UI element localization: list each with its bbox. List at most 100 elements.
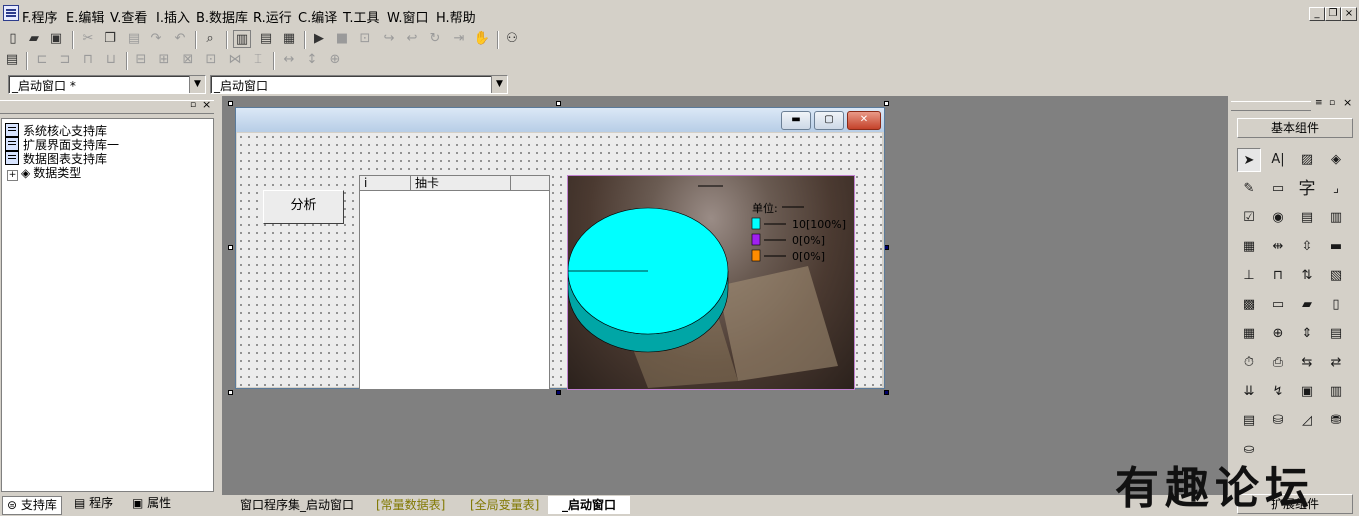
form-maximize-icon[interactable]: ▢ [814, 111, 844, 130]
binoculars-icon[interactable]: ⚇ [503, 30, 521, 48]
dir-box-icon[interactable]: ▰ [1295, 293, 1319, 317]
analyze-button[interactable]: 分析 [263, 190, 344, 224]
save-icon[interactable]: ▣ [47, 30, 65, 48]
paste-icon[interactable]: ▤ [125, 30, 143, 48]
layout-grid-icon[interactable]: ▦ [280, 30, 298, 48]
pie-chart[interactable]: 单位: 10[100%] 0[0%] 0[0%] [567, 175, 855, 390]
tab-control-icon[interactable]: ⊓ [1266, 264, 1290, 288]
restore-icon[interactable]: ❐ [1325, 7, 1341, 21]
adjuster-icon[interactable]: ⇕ [1295, 322, 1319, 346]
panel-menu-icon[interactable]: ≡ [1315, 98, 1323, 108]
same-width-icon[interactable]: ⊠ [179, 51, 197, 69]
menu-edit[interactable]: E.编辑 [66, 7, 104, 26]
tab-startup-window[interactable]: _启动窗口 [548, 496, 631, 514]
label-icon[interactable]: A| [1266, 148, 1290, 172]
step-into-icon[interactable]: ↩ [403, 30, 421, 48]
button-icon[interactable]: ▭ [1266, 177, 1290, 201]
column-header-draw[interactable]: 抽卡 [411, 176, 511, 191]
hyperlink-icon[interactable]: ⊕ [1266, 322, 1290, 346]
resize-handle[interactable] [228, 245, 233, 250]
toolbar-icon[interactable]: ▤ [1324, 322, 1348, 346]
panel-grip[interactable] [1231, 101, 1311, 111]
copy-icon[interactable]: ❐ [101, 30, 119, 48]
menu-program[interactable]: F.程序 [22, 7, 58, 26]
align-right-icon[interactable]: ⊐ [56, 51, 74, 69]
menu-help[interactable]: H.帮助 [436, 7, 476, 26]
grid-icon[interactable]: ▦ [1237, 235, 1261, 259]
form-title-bar[interactable]: ▬ ▢ ✕ [236, 108, 884, 132]
breakpoint-icon[interactable]: ⊡ [356, 30, 374, 48]
spin-icon[interactable]: ⇅ [1295, 264, 1319, 288]
shape-icon[interactable]: ◈ [1324, 148, 1348, 172]
resize-both-icon[interactable]: ⊕ [326, 51, 344, 69]
port-icon[interactable]: ↯ [1266, 380, 1290, 404]
combobox-icon[interactable]: ▥ [1324, 206, 1348, 230]
tab-global-variable-table[interactable]: [全局变量表] [456, 496, 553, 514]
menu-tools[interactable]: T.工具 [343, 7, 380, 26]
resize-handle[interactable] [556, 101, 561, 106]
timer-icon[interactable]: ⏱ [1237, 351, 1261, 375]
tab-constant-table[interactable]: [常量数据表] [362, 496, 459, 514]
column-header-i[interactable]: i [360, 176, 411, 191]
run-icon[interactable]: ▶ [310, 30, 328, 48]
layout-window-icon[interactable]: ▤ [257, 30, 275, 48]
step-out-icon[interactable]: ↻ [426, 30, 444, 48]
hand-icon[interactable]: ✋ [473, 30, 491, 48]
resize-handle[interactable] [228, 101, 233, 106]
color-picker-icon[interactable]: ▦ [1237, 322, 1261, 346]
center-vertical-icon[interactable]: ⊞ [155, 51, 173, 69]
menu-database[interactable]: B.数据库 [196, 7, 248, 26]
listbox-icon[interactable]: ▤ [1295, 206, 1319, 230]
resize-handle[interactable] [884, 101, 889, 106]
checkbox-icon[interactable]: ☑ [1237, 206, 1261, 230]
network-icon[interactable]: ⇆ [1295, 351, 1319, 375]
chevron-down-icon[interactable]: ▼ [491, 76, 507, 93]
menu-view[interactable]: V.查看 [110, 7, 147, 26]
printer-icon[interactable]: ⎙ [1266, 351, 1290, 375]
expand-icon[interactable]: + [7, 170, 18, 181]
pointer-icon[interactable]: ➤ [1237, 148, 1261, 172]
form-close-icon[interactable]: ✕ [847, 111, 881, 130]
run-to-cursor-icon[interactable]: ⇥ [450, 30, 468, 48]
space-horizontal-icon[interactable]: ⋈ [226, 51, 244, 69]
tab-support-library[interactable]: ⊜ 支持库 [2, 496, 62, 515]
step-over-icon[interactable]: ↪ [380, 30, 398, 48]
tab-properties[interactable]: ▣ 属性 [128, 495, 175, 512]
resize-handle[interactable] [228, 390, 233, 395]
database-grid-icon[interactable]: ▤ [1237, 409, 1261, 433]
result-list[interactable]: i 抽卡 [359, 175, 550, 390]
minimize-icon[interactable]: _ [1309, 7, 1325, 21]
resize-handle[interactable] [556, 390, 561, 395]
text-icon[interactable]: 字 [1295, 177, 1319, 201]
same-height-icon[interactable]: ⊡ [202, 51, 220, 69]
form-client-area[interactable]: 分析 i 抽卡 单位: 10[100%] 0[0%] 0[0%] [237, 133, 882, 390]
layout-panel-icon[interactable]: ▥ [233, 30, 251, 48]
stop-icon[interactable]: ■ [333, 30, 351, 48]
menu-compile[interactable]: C.编译 [298, 7, 337, 26]
panel-close-icon[interactable]: × [202, 98, 211, 111]
find-icon[interactable]: ⌕ [201, 30, 219, 48]
server-icon[interactable]: ⇊ [1237, 380, 1261, 404]
chart-icon[interactable]: ◿ [1295, 409, 1319, 433]
tab-program[interactable]: ▤ 程序 [70, 495, 117, 512]
open-folder-icon[interactable]: ▰ [25, 30, 43, 48]
line-icon[interactable]: ⌟ [1324, 177, 1348, 201]
status-bar-icon[interactable]: ▭ [1266, 293, 1290, 317]
resize-width-icon[interactable]: ↔ [280, 51, 298, 69]
database-icon[interactable]: ⛁ [1266, 409, 1290, 433]
panel-pin-icon[interactable]: ▫ [190, 100, 196, 110]
menu-window[interactable]: W.窗口 [387, 7, 429, 26]
tree-item-data-types[interactable]: + ◈ 数据类型 [7, 164, 81, 181]
hscroll-icon[interactable]: ⇹ [1266, 235, 1290, 259]
panel-grip[interactable] [0, 100, 214, 114]
redo-icon[interactable]: ↷ [147, 30, 165, 48]
center-horizontal-icon[interactable]: ⊟ [132, 51, 150, 69]
resize-handle[interactable] [884, 390, 889, 395]
slider-icon[interactable]: ⊥ [1237, 264, 1261, 288]
vscroll-icon[interactable]: ⇳ [1295, 235, 1319, 259]
tab-window-program-set[interactable]: 窗口程序集_启动窗口 [226, 496, 368, 514]
basic-components-header[interactable]: 基本组件 [1237, 118, 1353, 138]
event-selector[interactable]: _启动窗口 ▼ [210, 75, 508, 94]
form-icon[interactable]: ▤ [3, 51, 21, 69]
menu-run[interactable]: R.运行 [253, 7, 292, 26]
